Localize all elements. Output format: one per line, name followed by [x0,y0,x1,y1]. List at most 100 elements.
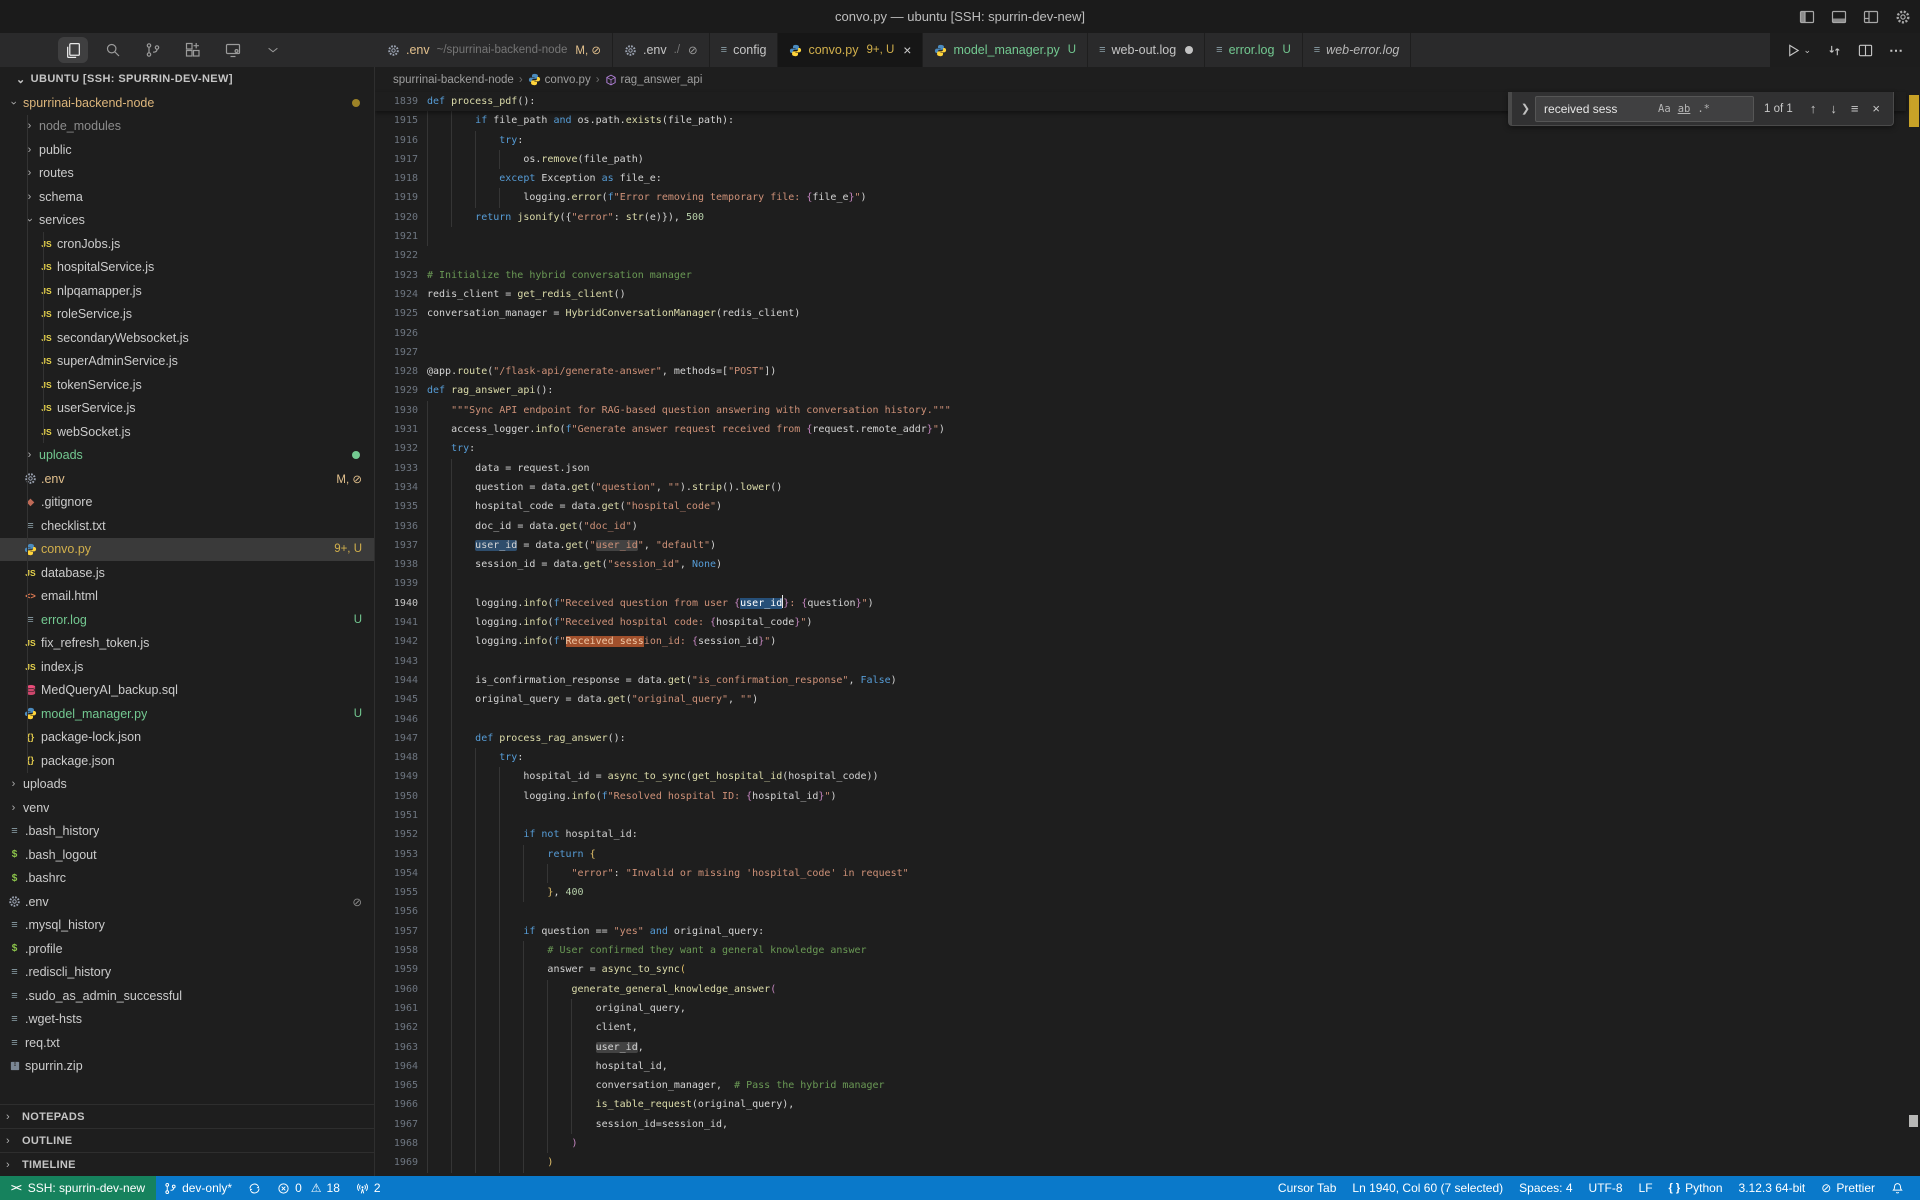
section-outline[interactable]: ›OUTLINE [0,1128,374,1152]
status-language-mode[interactable]: { }Python [1661,1176,1731,1200]
tree-item-email.html[interactable]: <>email.html [0,585,374,609]
layout-sidebar-icon[interactable] [1798,8,1816,26]
tree-item-package-lock.json[interactable]: {}package-lock.json [0,726,374,750]
tree-item-tokenService.js[interactable]: JStokenService.js [0,373,374,397]
whole-word-icon[interactable]: ab [1678,103,1691,115]
find-previous-button[interactable]: ↑ [1803,101,1824,116]
tab-model_manager.py[interactable]: model_manager.pyU [923,33,1088,67]
tree-item-checklist.txt[interactable]: ≡checklist.txt [0,514,374,538]
source-control-icon[interactable] [138,37,168,63]
status-sync[interactable] [240,1176,269,1200]
settings-gear-icon[interactable] [1894,8,1912,26]
toggle-replace-chevron-icon[interactable]: ❯ [1516,102,1535,115]
chevron-right-icon: › [22,449,37,461]
tree-item-superAdminService.js[interactable]: JSsuperAdminService.js [0,350,374,374]
tree-item-.profile[interactable]: $.profile [0,937,374,961]
tree-item-.env[interactable]: .envM, ⊘ [0,467,374,491]
code-editor[interactable]: 1839def process_pdf(): 1915 if file_path… [375,92,1906,1176]
views-more-icon[interactable] [258,37,288,63]
tree-item-index.js[interactable]: JSindex.js [0,655,374,679]
section-timeline[interactable]: ›TIMELINE [0,1152,374,1176]
tree-item-MedQueryAI_backup.sql[interactable]: MedQueryAI_backup.sql [0,679,374,703]
tree-item-uploads[interactable]: ›uploads [0,773,374,797]
tree-item-.bash_logout[interactable]: $.bash_logout [0,843,374,867]
split-editor-icon[interactable] [1858,43,1873,58]
tab-web-out.log[interactable]: ≡web-out.log [1088,33,1205,67]
tree-item-req.txt[interactable]: ≡req.txt [0,1031,374,1055]
status-encoding[interactable]: UTF-8 [1581,1176,1631,1200]
status-ports[interactable]: 2 [348,1176,389,1200]
find-in-selection-button[interactable]: ≡ [1844,101,1866,116]
tab-error.log[interactable]: ≡error.logU [1205,33,1303,67]
tree-item-error.log[interactable]: ≡error.logU [0,608,374,632]
tab-convo.py[interactable]: convo.py9+, U× [778,33,923,67]
status-cursor-tab[interactable]: Cursor Tab [1270,1176,1344,1200]
tree-item-convo.py[interactable]: convo.py9+, U [0,538,374,562]
status-python-interpreter[interactable]: 3.12.3 64-bit [1731,1176,1814,1200]
status-remote[interactable]: ><SSH: spurrin-dev-new [0,1176,156,1200]
tree-item-.bashrc[interactable]: $.bashrc [0,867,374,891]
find-widget-sash[interactable] [1509,92,1512,125]
tree-item-.sudo_as_admin_successful[interactable]: ≡.sudo_as_admin_successful [0,984,374,1008]
tree-item-venv[interactable]: ›venv [0,796,374,820]
remote-explorer-icon[interactable] [218,37,248,63]
section-notepads[interactable]: ›NOTEPADS [0,1104,374,1128]
tree-item-.bash_history[interactable]: ≡.bash_history [0,820,374,844]
tree-item-nlpqamapper.js[interactable]: JSnlpqamapper.js [0,279,374,303]
tree-item-node_modules[interactable]: ›node_modules [0,115,374,139]
overview-ruler[interactable] [1906,92,1920,1176]
search-icon[interactable] [98,37,128,63]
tree-item-database.js[interactable]: JSdatabase.js [0,561,374,585]
tab-.env[interactable]: .env./⊘ [613,33,710,67]
more-actions-icon[interactable]: ⋯ [1889,42,1904,59]
run-python-file-icon[interactable]: ⌄ [1786,43,1811,58]
tab-web-error.log[interactable]: ≡web-error.log [1303,33,1412,67]
tree-item-model_manager.py[interactable]: model_manager.pyU [0,702,374,726]
tree-item-.rediscli_history[interactable]: ≡.rediscli_history [0,961,374,985]
tree-item-.gitignore[interactable]: ◆.gitignore [0,491,374,515]
match-case-icon[interactable]: Aa [1658,103,1671,115]
tree-item-cronJobs.js[interactable]: JScronJobs.js [0,232,374,256]
tree-item-spurrinai-backend-node[interactable]: ›spurrinai-backend-node [0,91,374,115]
tab-.env[interactable]: .env~/spurrinai-backend-nodeM, ⊘ [376,33,613,67]
status-selection-info[interactable]: Ln 1940, Col 60 (7 selected) [1344,1176,1511,1200]
extensions-icon[interactable] [178,37,208,63]
files-icon[interactable] [58,37,88,63]
tree-item-services[interactable]: ›services [0,209,374,233]
tree-item-uploads[interactable]: ›uploads [0,444,374,468]
status-problems[interactable]: 0⚠18 [269,1176,348,1200]
open-changes-icon[interactable] [1827,43,1842,58]
tab-config[interactable]: ≡config [710,33,779,67]
section-label: OUTLINE [22,1135,72,1147]
tree-item-public[interactable]: ›public [0,138,374,162]
breadcrumb-item[interactable]: rag_answer_api [605,74,703,86]
tree-item-.wget-hsts[interactable]: ≡.wget-hsts [0,1008,374,1032]
tree-item-.env[interactable]: .env⊘ [0,890,374,914]
status-notifications[interactable] [1883,1176,1912,1200]
status-prettier[interactable]: ⊘Prettier [1813,1176,1883,1200]
tree-item-schema[interactable]: ›schema [0,185,374,209]
find-next-button[interactable]: ↓ [1823,101,1844,116]
tree-item-webSocket.js[interactable]: JSwebSocket.js [0,420,374,444]
tree-item-spurrin.zip[interactable]: spurrin.zip [0,1055,374,1079]
status-eol[interactable]: LF [1631,1176,1661,1200]
tree-item-fix_refresh_token.js[interactable]: JSfix_refresh_token.js [0,632,374,656]
tree-item-.mysql_history[interactable]: ≡.mysql_history [0,914,374,938]
find-input[interactable] [1542,101,1651,117]
tree-item-routes[interactable]: ›routes [0,162,374,186]
layout-customize-icon[interactable] [1862,8,1880,26]
tree-item-secondaryWebsocket.js[interactable]: JSsecondaryWebsocket.js [0,326,374,350]
breadcrumb-item[interactable]: spurrinai-backend-node [393,74,514,86]
tree-item-hospitalService.js[interactable]: JShospitalService.js [0,256,374,280]
find-close-button[interactable]: × [1865,101,1887,116]
tab-close-icon[interactable]: × [903,43,911,57]
breadcrumb-item[interactable]: convo.py [528,73,591,86]
tree-item-package.json[interactable]: {}package.json [0,749,374,773]
tree-item-userService.js[interactable]: JSuserService.js [0,397,374,421]
status-branch[interactable]: dev-only* [156,1176,240,1200]
tree-item-roleService.js[interactable]: JSroleService.js [0,303,374,327]
regex-icon[interactable]: .* [1697,103,1710,115]
explorer-section-header[interactable]: ⌄ UBUNTU [SSH: SPURRIN-DEV-NEW] [0,67,374,91]
layout-panel-icon[interactable] [1830,8,1848,26]
status-indentation[interactable]: Spaces: 4 [1511,1176,1580,1200]
